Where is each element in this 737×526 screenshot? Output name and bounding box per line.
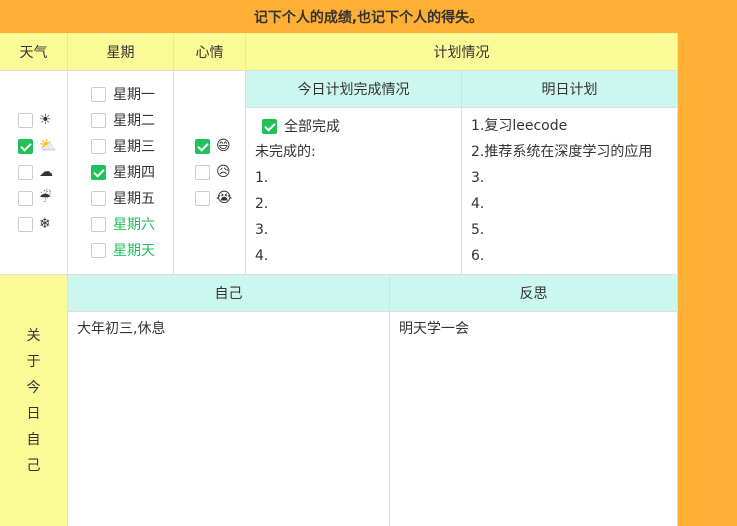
tomorrow-plan-header-label: 明日计划: [541, 82, 598, 98]
weather-checkbox[interactable]: [18, 216, 33, 232]
weekday-checkbox[interactable]: [91, 112, 106, 128]
happy-face-icon: 😄: [216, 138, 231, 154]
self-header-label: 自己: [214, 286, 243, 302]
reflect-header: 反思: [390, 275, 678, 312]
weekday-label: 星期四: [113, 165, 155, 181]
weather-option[interactable]: ☁: [18, 159, 67, 185]
all-done-row[interactable]: 全部完成: [255, 113, 461, 139]
plan-header-label: 计划情况: [433, 44, 490, 61]
about-label-char: 今: [26, 379, 41, 396]
weekday-header-label: 星期: [106, 44, 135, 61]
weekday-option[interactable]: 星期六: [91, 211, 173, 237]
about-label-char: 于: [26, 353, 41, 370]
self-header: 自己: [68, 275, 390, 312]
weekday-label: 星期一: [113, 87, 155, 103]
tomorrow-plan-panel: 1.复习leecode 2.推荐系统在深度学习的应用 3. 4. 5. 6.: [462, 108, 678, 275]
weekday-option[interactable]: 星期五: [91, 185, 173, 211]
mood-option[interactable]: 😭: [195, 185, 245, 211]
weekday-checkbox[interactable]: [91, 86, 106, 102]
unfinished-label: 未完成的:: [255, 144, 316, 160]
weather-option[interactable]: ☔: [18, 185, 67, 211]
about-label-char: 自: [26, 431, 41, 448]
weather-checkbox[interactable]: [18, 138, 33, 154]
today-unfinished-item[interactable]: 3.: [255, 217, 461, 243]
weekday-option[interactable]: 星期天: [91, 237, 173, 263]
mood-column: 😄 😥 😭: [174, 71, 246, 275]
tomorrow-plan-header: 明日计划: [462, 71, 678, 108]
weather-checkbox[interactable]: [18, 190, 33, 206]
weather-checkbox[interactable]: [18, 112, 33, 128]
weekday-label: 星期三: [113, 139, 155, 155]
tomorrow-plan-item[interactable]: 6.: [471, 243, 677, 269]
today-plan-header: 今日计划完成情况: [246, 71, 462, 108]
weekday-option[interactable]: 星期二: [91, 107, 173, 133]
tomorrow-plan-item[interactable]: 4.: [471, 191, 677, 217]
about-label-char: 关: [26, 327, 41, 344]
weekday-header: 星期: [68, 33, 174, 71]
tomorrow-plan-item[interactable]: 5.: [471, 217, 677, 243]
today-unfinished-item[interactable]: 4.: [255, 243, 461, 269]
weekday-checkbox[interactable]: [91, 190, 106, 206]
weather-option[interactable]: ❄: [18, 211, 67, 237]
mood-header: 心情: [174, 33, 246, 71]
tomorrow-plan-item[interactable]: 1.复习leecode: [471, 113, 677, 139]
mood-checkbox[interactable]: [195, 164, 210, 180]
weather-header-label: 天气: [19, 44, 48, 61]
mood-option[interactable]: 😥: [195, 159, 245, 185]
reflect-textarea[interactable]: 明天学一会: [390, 312, 678, 526]
weekday-checkbox[interactable]: [91, 138, 106, 154]
weather-header: 天气: [0, 33, 68, 71]
weather-option[interactable]: ⛅: [18, 133, 67, 159]
sad-face-icon: 😥: [216, 164, 231, 180]
weekday-label: 星期五: [113, 191, 155, 207]
about-label-char: 日: [26, 405, 41, 422]
weekday-label: 星期天: [113, 243, 155, 259]
mood-header-label: 心情: [195, 44, 224, 61]
mood-checkbox[interactable]: [195, 138, 210, 154]
self-textarea[interactable]: 大年初三,休息: [68, 312, 390, 526]
tomorrow-plan-item[interactable]: 2.推荐系统在深度学习的应用: [471, 139, 677, 165]
plan-header: 计划情况: [246, 33, 678, 71]
weather-column: ☀ ⛅ ☁ ☔ ❄: [0, 71, 68, 275]
weekday-column: 星期一星期二星期三星期四星期五星期六星期天: [68, 71, 174, 275]
today-plan-panel: 全部完成 未完成的: 1. 2. 3. 4.: [246, 108, 462, 275]
tomorrow-plan-item[interactable]: 3.: [471, 165, 677, 191]
snowflake-icon: ❄: [39, 216, 51, 232]
weekday-checkbox[interactable]: [91, 216, 106, 232]
today-unfinished-item[interactable]: 1.: [255, 165, 461, 191]
all-done-label: 全部完成: [284, 119, 340, 135]
all-done-checkbox[interactable]: [262, 118, 277, 134]
weekday-option[interactable]: 星期四: [91, 159, 173, 185]
weekday-option[interactable]: 星期一: [91, 81, 173, 107]
weather-option[interactable]: ☀: [18, 107, 67, 133]
weekday-label: 星期六: [113, 217, 155, 233]
page-banner: 记下个人的成绩,也记下个人的得失。: [0, 0, 737, 33]
reflect-header-label: 反思: [519, 286, 548, 302]
today-unfinished-item[interactable]: 2.: [255, 191, 461, 217]
self-text: 大年初三,休息: [77, 321, 166, 337]
weekday-label: 星期二: [113, 113, 155, 129]
about-label-char: 己: [26, 457, 41, 474]
umbrella-icon: ☔: [39, 190, 52, 206]
today-plan-header-label: 今日计划完成情况: [297, 82, 410, 98]
rain-cloud-icon: ☁: [39, 164, 53, 180]
weekday-checkbox[interactable]: [91, 242, 106, 258]
mood-checkbox[interactable]: [195, 190, 210, 206]
partly-cloudy-icon: ⛅: [39, 138, 57, 154]
weekday-checkbox[interactable]: [91, 164, 106, 180]
mood-option[interactable]: 😄: [195, 133, 245, 159]
weather-checkbox[interactable]: [18, 164, 33, 180]
crying-face-icon: 😭: [216, 190, 233, 206]
weekday-option[interactable]: 星期三: [91, 133, 173, 159]
about-today-self-label: 关于今日自己: [0, 275, 68, 526]
reflect-text: 明天学一会: [399, 321, 469, 337]
sun-icon: ☀: [39, 112, 52, 128]
